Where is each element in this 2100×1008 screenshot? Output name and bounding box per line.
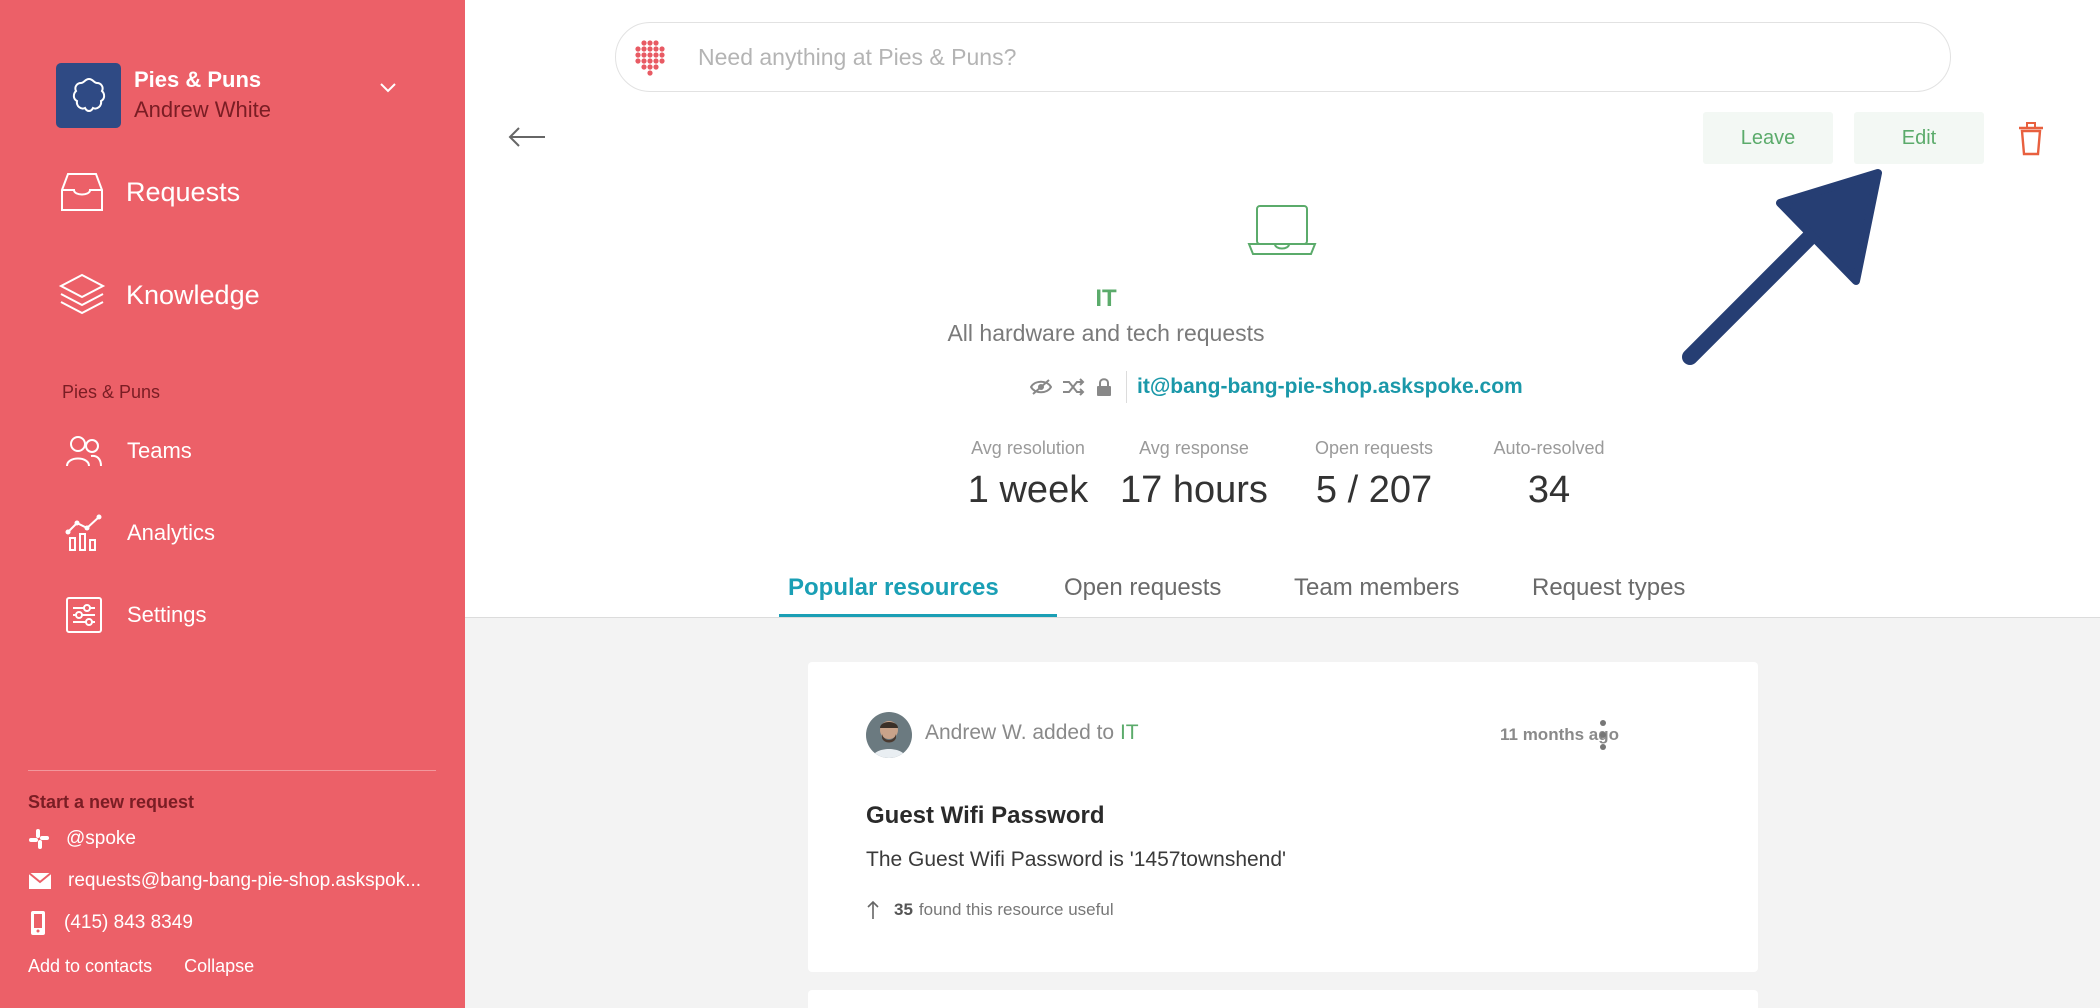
stat-avg-resolution: Avg resolution 1 week <box>953 438 1103 512</box>
contact-email[interactable]: requests@bang-bang-pie-shop.askspok... <box>28 870 421 892</box>
org-name: Pies & Puns <box>134 67 262 92</box>
nav-analytics[interactable]: Analytics <box>65 514 215 552</box>
org-switcher[interactable]: Pies & Puns Andrew White <box>56 62 456 128</box>
tab-request-types[interactable]: Request types <box>1532 574 1685 602</box>
stat-label: Open requests <box>1314 438 1434 458</box>
nav-requests-label: Requests <box>126 176 241 207</box>
org-logo <box>56 62 121 128</box>
resource-usefulness: 35 found this resource useful <box>866 900 1114 920</box>
tab-divider <box>465 617 2100 618</box>
lock-icon <box>1097 378 1111 396</box>
annotation-arrow-icon <box>1682 169 1882 365</box>
trash-icon[interactable] <box>2017 122 2045 156</box>
stat-label: Avg response <box>1139 438 1249 458</box>
spoke-logo-icon <box>635 40 665 76</box>
phone-icon <box>31 911 45 935</box>
leave-button[interactable]: Leave <box>1703 112 1833 164</box>
slack-icon <box>29 829 49 849</box>
stat-value: 1 week <box>967 469 1089 511</box>
active-tab-indicator <box>779 614 1057 617</box>
resource-meta: Andrew W. added to IT <box>925 721 1139 745</box>
layers-icon <box>58 273 106 315</box>
stat-value: 34 <box>1527 469 1571 511</box>
flower-logo-icon <box>72 77 105 112</box>
stat-open-requests: Open requests 5 / 207 <box>1299 438 1449 512</box>
hidden-eye-icon <box>1030 379 1052 395</box>
resource-card[interactable] <box>808 990 1758 1008</box>
analytics-icon <box>65 514 102 551</box>
people-icon <box>66 436 102 467</box>
useful-text: found this resource useful <box>918 900 1114 919</box>
add-to-contacts-link[interactable]: Add to contacts <box>28 956 152 977</box>
more-options-icon[interactable] <box>1598 720 1608 750</box>
collapse-link[interactable]: Collapse <box>184 956 254 977</box>
resource-card[interactable]: Andrew W. added to IT 11 months ago Gues… <box>808 662 1758 972</box>
team-name: IT <box>1095 285 1117 312</box>
resource-team-link[interactable]: IT <box>1120 721 1139 744</box>
shuffle-icon <box>1063 378 1085 396</box>
contact-slack[interactable]: @spoke <box>28 828 136 850</box>
contact-slack-label: @spoke <box>66 828 136 849</box>
resource-title[interactable]: Guest Wifi Password <box>866 802 1105 830</box>
chevron-down-icon[interactable] <box>378 82 398 94</box>
team-description: All hardware and tech requests <box>947 320 1265 346</box>
resource-body: The Guest Wifi Password is '1457townshen… <box>866 848 1287 871</box>
nav-knowledge-label: Knowledge <box>126 279 260 310</box>
inbox-icon <box>61 173 103 211</box>
tab-open-requests[interactable]: Open requests <box>1064 574 1221 602</box>
search-input[interactable] <box>698 43 1798 71</box>
nav-knowledge[interactable]: Knowledge <box>58 272 260 318</box>
nav-settings[interactable]: Settings <box>65 596 207 634</box>
stat-value: 17 hours <box>1120 469 1268 511</box>
nav-teams[interactable]: Teams <box>65 434 192 468</box>
avatar <box>866 712 912 758</box>
main-content: Leave Edit IT All hardware and tech requ… <box>465 0 2100 1008</box>
contact-email-label: requests@bang-bang-pie-shop.askspok... <box>68 870 422 891</box>
stat-label: Auto-resolved <box>1493 438 1605 458</box>
upvote-arrow-icon[interactable] <box>866 900 880 920</box>
edit-button[interactable]: Edit <box>1854 112 1984 164</box>
start-request-title: Start a new request <box>28 792 195 812</box>
user-avatar-icon <box>866 712 912 758</box>
sidebar: Pies & Puns Andrew White Requests Knowle… <box>0 0 465 1008</box>
stat-label: Avg resolution <box>971 438 1085 458</box>
separator <box>1126 371 1127 403</box>
stat-avg-response: Avg response 17 hours <box>1119 438 1269 512</box>
stat-value: 5 / 207 <box>1315 469 1433 511</box>
team-email-row: it@bang-bang-pie-shop.askspoke.com <box>1030 370 1523 404</box>
user-name: Andrew White <box>134 97 271 122</box>
contact-phone-label: (415) 843 8349 <box>64 912 193 933</box>
useful-count: 35 <box>894 900 913 919</box>
mail-icon <box>28 872 52 889</box>
nav-analytics-label: Analytics <box>127 520 216 545</box>
resource-author-text: Andrew W. added to <box>925 721 1115 744</box>
search-bar[interactable] <box>615 22 1951 92</box>
laptop-icon <box>1247 205 1317 255</box>
contact-phone[interactable]: (415) 843 8349 <box>28 910 193 936</box>
sidebar-bottom-links: Add to contacts Collapse <box>28 956 254 977</box>
section-label: Pies & Puns <box>62 382 161 402</box>
nav-settings-label: Settings <box>127 602 207 627</box>
stat-auto-resolved: Auto-resolved 34 <box>1469 438 1629 512</box>
back-arrow-icon[interactable] <box>507 122 547 152</box>
nav-teams-label: Teams <box>127 438 192 463</box>
team-email-link[interactable]: it@bang-bang-pie-shop.askspoke.com <box>1137 375 1523 399</box>
nav-requests[interactable]: Requests <box>58 170 240 214</box>
tab-team-members[interactable]: Team members <box>1294 574 1459 602</box>
settings-sliders-icon <box>66 597 102 633</box>
sidebar-divider <box>28 770 436 771</box>
tab-popular-resources[interactable]: Popular resources <box>788 574 999 602</box>
